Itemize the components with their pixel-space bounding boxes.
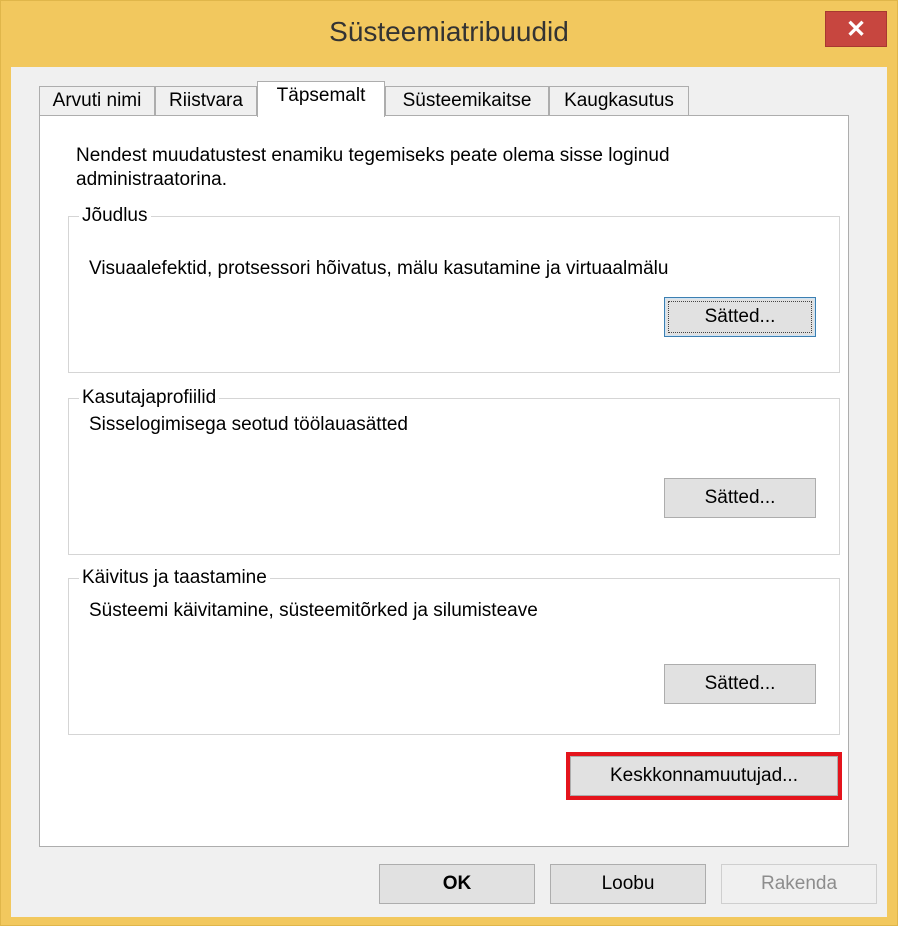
title-bar[interactable]: Süsteemiatribuudid ✕ xyxy=(1,1,897,67)
ok-button[interactable]: OK xyxy=(379,864,535,904)
startup-recovery-settings-button[interactable]: Sätted... xyxy=(664,664,816,704)
tab-tapsemalt[interactable]: Täpsemalt xyxy=(257,81,385,117)
group-startup-recovery-description: Süsteemi käivitamine, süsteemitõrked ja … xyxy=(89,600,538,621)
cancel-button[interactable]: Loobu xyxy=(550,864,706,904)
group-performance-description: Visuaalefektid, protsessori hõivatus, mä… xyxy=(89,258,669,279)
advanced-tab-panel: Nendest muudatustest enamiku tegemiseks … xyxy=(39,115,849,847)
cancel-label: Loobu xyxy=(601,873,655,894)
tab-kaugkasutus[interactable]: Kaugkasutus xyxy=(549,86,689,115)
apply-label: Rakenda xyxy=(760,873,838,894)
tab-arvuti-nimi[interactable]: Arvuti nimi xyxy=(39,86,155,115)
group-performance: Jõudlus Visuaalefektid, protsessori hõiv… xyxy=(68,204,840,373)
startup-recovery-settings-label: Sätted... xyxy=(704,673,776,694)
group-performance-title: Jõudlus xyxy=(79,204,151,228)
admin-notice: Nendest muudatustest enamiku tegemiseks … xyxy=(76,145,670,190)
environment-variables-button[interactable]: Keskkonnamuutujad... xyxy=(566,752,842,800)
user-profiles-settings-label: Sätted... xyxy=(704,487,776,508)
window-title: Süsteemiatribuudid xyxy=(329,16,569,47)
performance-settings-button[interactable]: Sätted... xyxy=(664,297,816,337)
dialog-client-area: Arvuti nimi Riistvara Täpsemalt Süsteemi… xyxy=(11,67,887,917)
group-startup-recovery: Käivitus ja taastamine Süsteemi käivitam… xyxy=(68,566,840,735)
environment-variables-label: Keskkonnamuutujad... xyxy=(609,765,798,786)
group-user-profiles: Kasutajaprofiilid Sisselogimisega seotud… xyxy=(68,386,840,555)
group-user-profiles-title: Kasutajaprofiilid xyxy=(79,386,220,410)
close-button[interactable]: ✕ xyxy=(825,11,887,47)
apply-button: Rakenda xyxy=(721,864,877,904)
tab-susteemikaitse[interactable]: Süsteemikaitse xyxy=(385,86,549,115)
group-startup-recovery-title: Käivitus ja taastamine xyxy=(79,566,270,590)
tab-riistvara[interactable]: Riistvara xyxy=(155,86,257,115)
group-user-profiles-description: Sisselogimisega seotud töölauasätted xyxy=(89,414,408,435)
user-profiles-settings-button[interactable]: Sätted... xyxy=(664,478,816,518)
performance-settings-label: Sätted... xyxy=(704,306,776,327)
close-icon: ✕ xyxy=(845,16,867,43)
ok-label: OK xyxy=(442,873,472,894)
system-properties-window: Süsteemiatribuudid ✕ Arvuti nimi Riistva… xyxy=(0,0,898,926)
